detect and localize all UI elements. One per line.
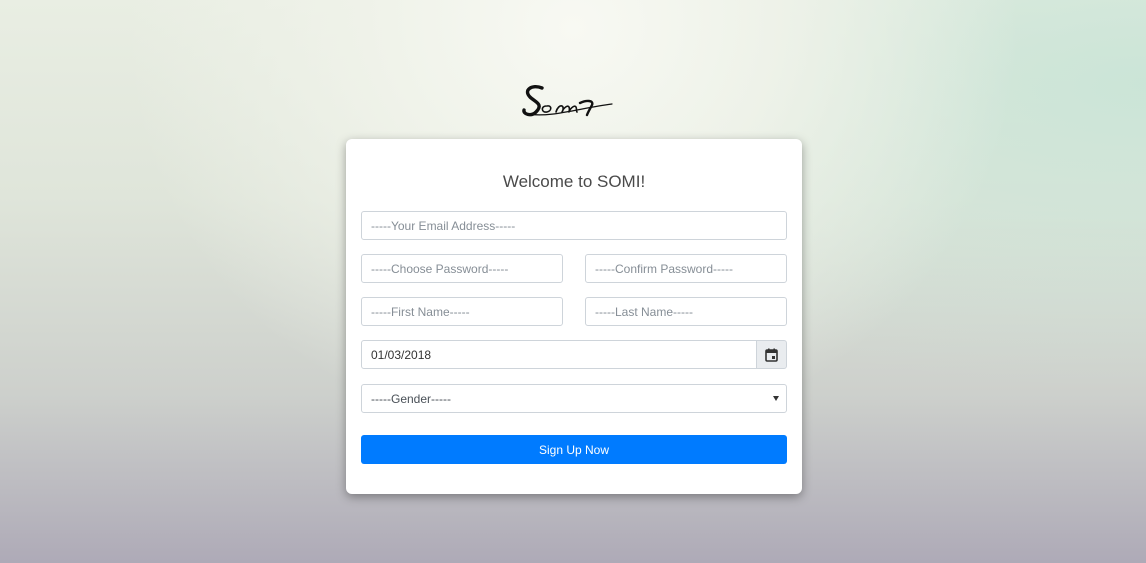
birthdate-input[interactable] (361, 340, 757, 369)
password-input[interactable] (361, 254, 563, 283)
date-picker-button[interactable] (756, 340, 787, 369)
calendar-icon (765, 348, 778, 362)
email-input[interactable] (361, 211, 787, 240)
first-name-input[interactable] (361, 297, 563, 326)
somi-logo (522, 85, 613, 117)
sign-up-button[interactable]: Sign Up Now (361, 435, 787, 464)
gender-select-value: -----Gender----- (371, 392, 451, 406)
chevron-down-icon (773, 396, 779, 401)
confirm-password-input[interactable] (585, 254, 787, 283)
last-name-input[interactable] (585, 297, 787, 326)
signup-card: Welcome to SOMI! -----Gender----- Sign U… (346, 139, 802, 494)
gender-select[interactable]: -----Gender----- (361, 384, 787, 413)
form-title: Welcome to SOMI! (502, 172, 646, 191)
